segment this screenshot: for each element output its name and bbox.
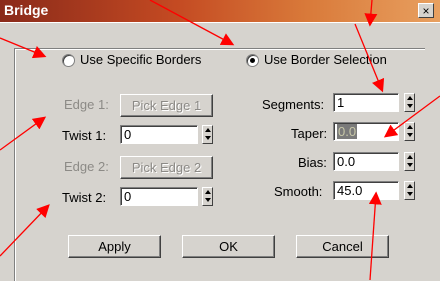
- segments-input[interactable]: 1: [333, 93, 399, 112]
- taper-value: 0.0: [337, 124, 358, 139]
- use-specific-borders-radio[interactable]: [62, 54, 75, 67]
- segments-label: Segments:: [262, 97, 325, 112]
- bias-label: Bias:: [298, 155, 327, 170]
- pick-edge2-button[interactable]: Pick Edge 2: [120, 156, 213, 179]
- taper-input[interactable]: 0.0: [333, 122, 399, 141]
- use-specific-borders-label: Use Specific Borders: [80, 52, 202, 67]
- edge2-label: Edge 2:: [64, 159, 109, 174]
- twist1-label: Twist 1:: [62, 128, 107, 143]
- bias-input[interactable]: 0.0: [333, 152, 399, 171]
- twist2-spinner[interactable]: [202, 187, 213, 206]
- window-title: Bridge: [4, 2, 49, 18]
- twist2-label: Twist 2:: [62, 190, 107, 205]
- apply-button[interactable]: Apply: [68, 235, 161, 258]
- close-button[interactable]: ×: [418, 3, 434, 18]
- edge1-label: Edge 1:: [64, 97, 109, 112]
- taper-spinner[interactable]: [404, 122, 415, 141]
- smooth-input[interactable]: 45.0: [333, 181, 399, 200]
- title-bar: Bridge ×: [0, 0, 440, 22]
- smooth-label: Smooth:: [274, 184, 323, 199]
- segments-spinner[interactable]: [404, 93, 415, 112]
- taper-label: Taper:: [291, 126, 328, 141]
- bias-spinner[interactable]: [404, 152, 415, 171]
- smooth-spinner[interactable]: [404, 181, 415, 200]
- twist2-input[interactable]: 0: [120, 187, 198, 206]
- ok-button[interactable]: OK: [182, 235, 275, 258]
- twist1-spinner[interactable]: [202, 125, 213, 144]
- use-border-selection-radio[interactable]: [246, 54, 259, 67]
- pick-edge1-button[interactable]: Pick Edge 1: [120, 94, 213, 117]
- use-border-selection-label: Use Border Selection: [264, 52, 387, 67]
- twist1-input[interactable]: 0: [120, 125, 198, 144]
- cancel-button[interactable]: Cancel: [296, 235, 389, 258]
